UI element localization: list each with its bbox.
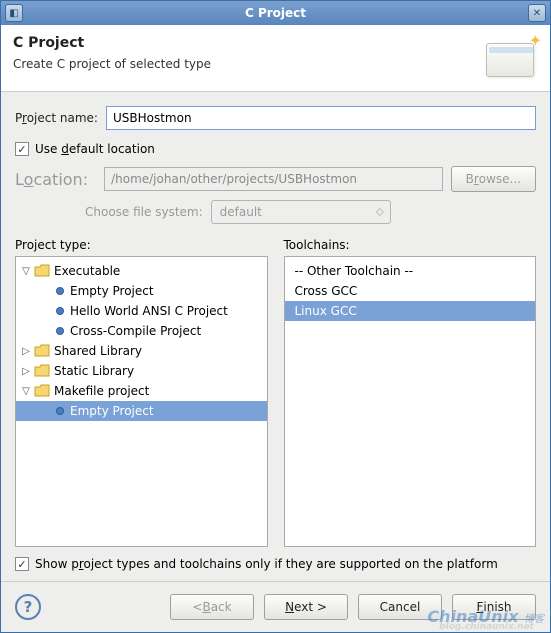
project-name-input[interactable] bbox=[106, 106, 536, 130]
tree-item-label: Empty Project bbox=[70, 404, 154, 418]
menu-icon[interactable]: ◧ bbox=[5, 4, 23, 22]
tree-item[interactable]: Cross-Compile Project bbox=[16, 321, 267, 341]
help-icon[interactable]: ? bbox=[15, 594, 41, 620]
bullet-icon bbox=[56, 307, 64, 315]
list-item[interactable]: Cross GCC bbox=[285, 281, 536, 301]
tree-item[interactable]: Hello World ANSI C Project bbox=[16, 301, 267, 321]
project-type-label: Project type: bbox=[15, 238, 268, 252]
tree-item-label: Executable bbox=[54, 264, 120, 278]
bullet-icon bbox=[56, 287, 64, 295]
window-title: C Project bbox=[245, 6, 306, 20]
next-button[interactable]: Next > bbox=[264, 594, 348, 620]
folder-icon bbox=[34, 384, 50, 398]
folder-icon bbox=[34, 344, 50, 358]
tree-item[interactable]: Empty Project bbox=[16, 401, 267, 421]
bullet-icon bbox=[56, 407, 64, 415]
chevron-down-icon: ◇ bbox=[376, 207, 384, 218]
show-supported-only-checkbox[interactable]: ✓ bbox=[15, 557, 29, 571]
bullet-icon bbox=[56, 327, 64, 335]
tree-item[interactable]: ▷ Static Library bbox=[16, 361, 267, 381]
project-type-tree[interactable]: ▽ Executable Empty Project Hello World ANSI… bbox=[15, 256, 268, 547]
dialog-window: ◧ C Project ✕ C Project Create C project… bbox=[0, 0, 551, 633]
page-subtitle: Create C project of selected type bbox=[13, 57, 486, 71]
titlebar: ◧ C Project ✕ bbox=[1, 1, 550, 25]
tree-item-label: Shared Library bbox=[54, 344, 142, 358]
wizard-icon: ✦ bbox=[486, 35, 538, 77]
location-input bbox=[104, 167, 443, 191]
list-item[interactable]: Linux GCC bbox=[285, 301, 536, 321]
back-button: < Back bbox=[170, 594, 254, 620]
choose-filesystem-combo: default ◇ bbox=[211, 200, 391, 224]
tree-item[interactable]: Empty Project bbox=[16, 281, 267, 301]
tree-item-label: Empty Project bbox=[70, 284, 154, 298]
show-supported-only-label: Show project types and toolchains only i… bbox=[35, 557, 498, 571]
toolchains-list[interactable]: -- Other Toolchain --Cross GCCLinux GCC bbox=[284, 256, 537, 547]
tree-item[interactable]: ▽ Executable bbox=[16, 261, 267, 281]
choose-filesystem-label: Choose file system: bbox=[85, 205, 203, 219]
toolchains-label: Toolchains: bbox=[284, 238, 537, 252]
cancel-button[interactable]: Cancel bbox=[358, 594, 442, 620]
page-title: C Project bbox=[13, 35, 486, 51]
wizard-banner: C Project Create C project of selected t… bbox=[1, 25, 550, 92]
folder-icon bbox=[34, 364, 50, 378]
tree-item-label: Static Library bbox=[54, 364, 134, 378]
expander-icon[interactable]: ▷ bbox=[20, 366, 32, 377]
use-default-location-checkbox[interactable]: ✓ bbox=[15, 142, 29, 156]
tree-item-label: Makefile project bbox=[54, 384, 149, 398]
expander-icon[interactable]: ▷ bbox=[20, 346, 32, 357]
expander-icon[interactable]: ▽ bbox=[20, 266, 32, 277]
close-icon[interactable]: ✕ bbox=[528, 4, 546, 22]
project-name-label: Project name: bbox=[15, 111, 98, 125]
list-item[interactable]: -- Other Toolchain -- bbox=[285, 261, 536, 281]
tree-item-label: Hello World ANSI C Project bbox=[70, 304, 228, 318]
tree-item[interactable]: ▽ Makefile project bbox=[16, 381, 267, 401]
location-label: Location: bbox=[15, 170, 88, 189]
tree-item-label: Cross-Compile Project bbox=[70, 324, 201, 338]
use-default-location-label: Use default location bbox=[35, 142, 155, 156]
tree-item[interactable]: ▷ Shared Library bbox=[16, 341, 267, 361]
finish-button[interactable]: Finish bbox=[452, 594, 536, 620]
browse-button: Browse... bbox=[451, 166, 536, 192]
folder-icon bbox=[34, 264, 50, 278]
expander-icon[interactable]: ▽ bbox=[20, 386, 32, 397]
